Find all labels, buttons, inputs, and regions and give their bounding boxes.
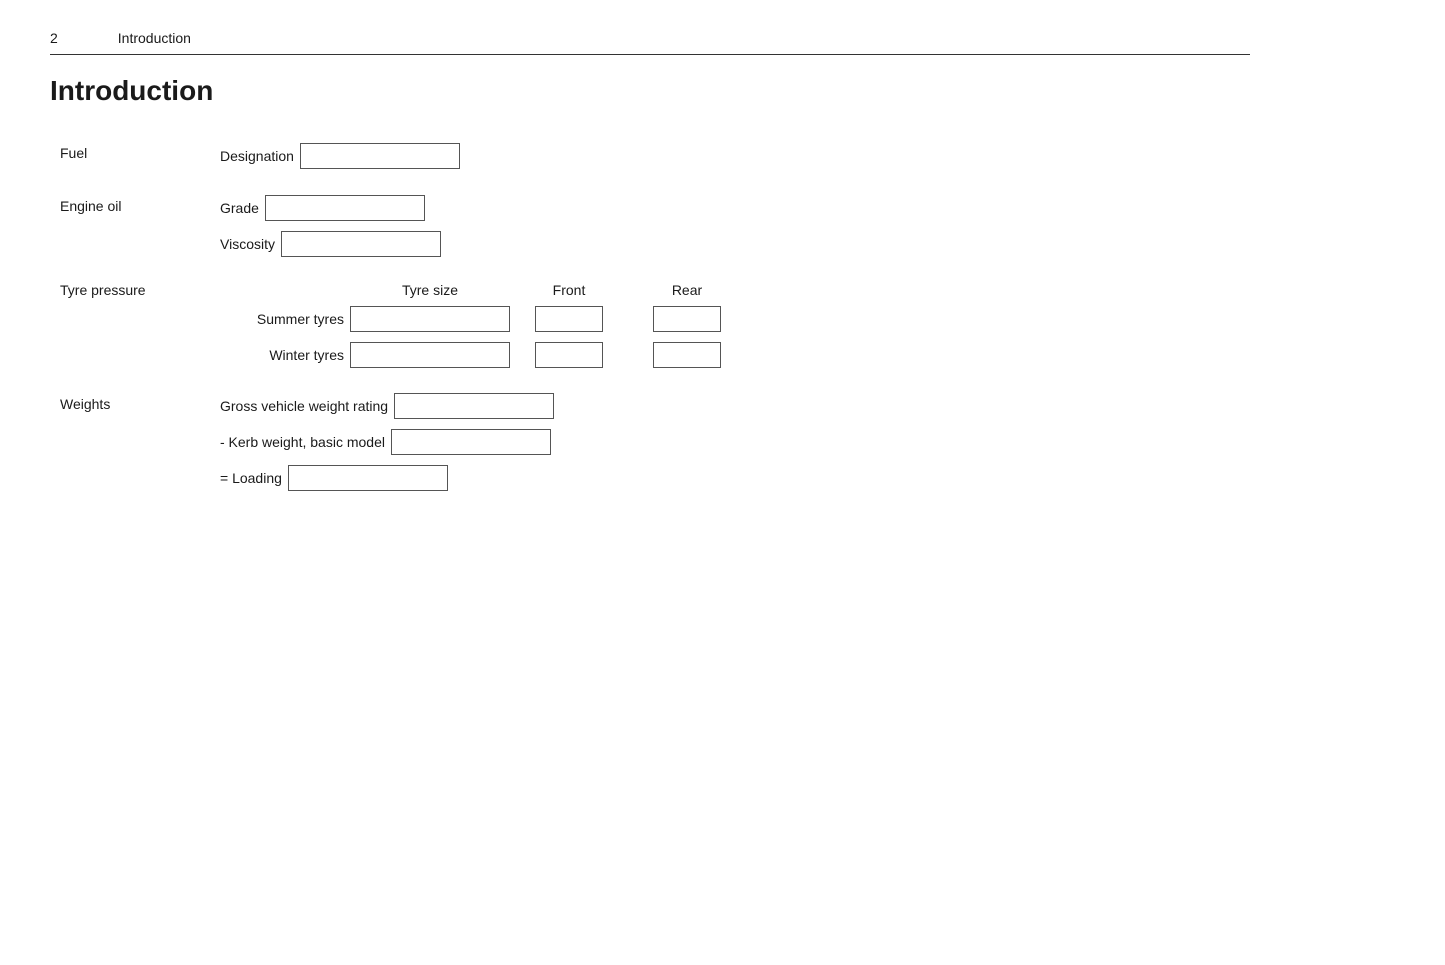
engine-oil-section: Engine oil Grade Viscosity bbox=[60, 195, 1250, 257]
tyre-pressure-section: Tyre pressure Tyre size Front Rear Summe… bbox=[60, 282, 1250, 368]
engine-oil-label: Engine oil bbox=[60, 195, 220, 214]
winter-tyre-size-input[interactable] bbox=[350, 342, 510, 368]
fuel-fields: Designation bbox=[220, 143, 460, 169]
grade-row: Grade bbox=[220, 195, 441, 221]
designation-input[interactable] bbox=[300, 143, 460, 169]
kerb-weight-input[interactable] bbox=[391, 429, 551, 455]
fuel-row: Fuel Designation bbox=[60, 142, 1250, 170]
header-bar: 2 Introduction bbox=[50, 30, 1250, 55]
viscosity-label: Viscosity bbox=[220, 236, 281, 252]
summer-tyre-size-input[interactable] bbox=[350, 306, 510, 332]
viscosity-input[interactable] bbox=[281, 231, 441, 257]
rear-header: Rear bbox=[653, 282, 721, 298]
content-area: Fuel Designation Engine oil Grade bbox=[50, 142, 1250, 491]
main-title: Introduction bbox=[50, 75, 1250, 107]
fuel-label: Fuel bbox=[60, 142, 220, 161]
gross-weight-row: Gross vehicle weight rating bbox=[220, 393, 554, 419]
weights-fields: Gross vehicle weight rating - Kerb weigh… bbox=[220, 393, 554, 491]
weights-section: Weights Gross vehicle weight rating - Ke… bbox=[60, 393, 1250, 491]
kerb-weight-row: - Kerb weight, basic model bbox=[220, 429, 554, 455]
summer-rear-input[interactable] bbox=[653, 306, 721, 332]
kerb-label: - Kerb weight, basic model bbox=[220, 434, 391, 450]
winter-rear-input[interactable] bbox=[653, 342, 721, 368]
winter-front-input[interactable] bbox=[535, 342, 603, 368]
front-header: Front bbox=[535, 282, 603, 298]
loading-label: = Loading bbox=[220, 470, 288, 486]
page-number: 2 bbox=[50, 30, 58, 46]
header-title: Introduction bbox=[118, 30, 191, 46]
engine-oil-row: Engine oil Grade Viscosity bbox=[60, 195, 1250, 257]
gross-label: Gross vehicle weight rating bbox=[220, 398, 394, 414]
engine-oil-fields: Grade Viscosity bbox=[220, 195, 441, 257]
loading-row: = Loading bbox=[220, 465, 554, 491]
weights-label: Weights bbox=[60, 393, 220, 412]
loading-input[interactable] bbox=[288, 465, 448, 491]
fuel-section: Fuel Designation bbox=[60, 142, 1250, 170]
grade-input[interactable] bbox=[265, 195, 425, 221]
summer-tyres-label: Summer tyres bbox=[220, 311, 350, 327]
viscosity-row: Viscosity bbox=[220, 231, 441, 257]
winter-tyres-label: Winter tyres bbox=[220, 347, 350, 363]
designation-label: Designation bbox=[220, 148, 300, 164]
grade-label: Grade bbox=[220, 200, 265, 216]
designation-row: Designation bbox=[220, 143, 460, 169]
tyre-size-header: Tyre size bbox=[350, 282, 510, 298]
tyre-pressure-label: Tyre pressure bbox=[60, 282, 220, 298]
summer-front-input[interactable] bbox=[535, 306, 603, 332]
gross-weight-input[interactable] bbox=[394, 393, 554, 419]
